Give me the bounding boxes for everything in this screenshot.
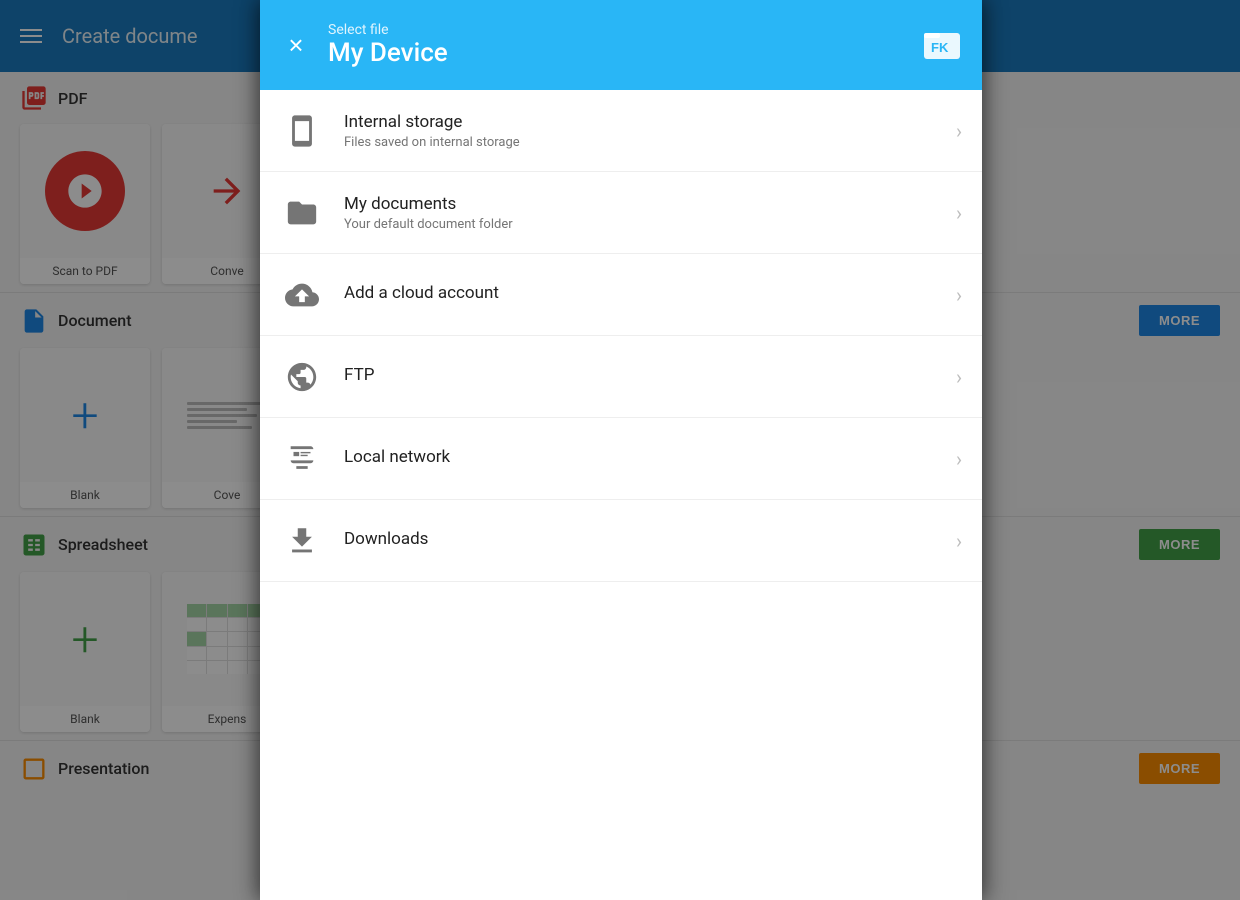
- modal-body: Internal storage Files saved on internal…: [260, 90, 982, 900]
- folder-icon: [280, 191, 324, 235]
- modal-header-text: Select file My Device: [328, 22, 448, 68]
- my-documents-chevron: ›: [956, 201, 962, 225]
- modal-select-label: Select file: [328, 22, 448, 38]
- device-icon: [280, 109, 324, 153]
- internal-storage-chevron: ›: [956, 119, 962, 143]
- add-cloud-item[interactable]: Add a cloud account ›: [260, 254, 982, 336]
- add-cloud-chevron: ›: [956, 283, 962, 307]
- modal-close-button[interactable]: ×: [280, 29, 312, 61]
- add-cloud-text: Add a cloud account: [344, 283, 936, 306]
- modal-header-left: × Select file My Device: [280, 22, 448, 68]
- ftp-text: FTP: [344, 365, 936, 388]
- internal-storage-item[interactable]: Internal storage Files saved on internal…: [260, 90, 982, 172]
- internal-storage-subtitle: Files saved on internal storage: [344, 135, 936, 150]
- ftp-title: FTP: [344, 365, 936, 385]
- internal-storage-text: Internal storage Files saved on internal…: [344, 112, 936, 150]
- modal-title: My Device: [328, 38, 448, 68]
- downloads-title: Downloads: [344, 529, 936, 549]
- ftp-item[interactable]: FTP ›: [260, 336, 982, 418]
- globe-icon: [280, 355, 324, 399]
- local-network-title: Local network: [344, 447, 936, 467]
- my-documents-item[interactable]: My documents Your default document folde…: [260, 172, 982, 254]
- modal-header-icon-area: FK: [922, 25, 962, 65]
- my-documents-title: My documents: [344, 194, 936, 214]
- select-file-modal: × Select file My Device FK In: [260, 0, 982, 900]
- network-icon: [280, 437, 324, 481]
- internal-storage-title: Internal storage: [344, 112, 936, 132]
- local-network-chevron: ›: [956, 447, 962, 471]
- download-icon: [280, 519, 324, 563]
- add-cloud-title: Add a cloud account: [344, 283, 936, 303]
- modal-header: × Select file My Device FK: [260, 0, 982, 90]
- folder-key-icon: FK: [922, 25, 962, 65]
- local-network-item[interactable]: Local network ›: [260, 418, 982, 500]
- downloads-text: Downloads: [344, 529, 936, 552]
- cloud-upload-icon: [280, 273, 324, 317]
- downloads-item[interactable]: Downloads ›: [260, 500, 982, 582]
- svg-text:FK: FK: [931, 40, 949, 55]
- my-documents-text: My documents Your default document folde…: [344, 194, 936, 232]
- my-documents-subtitle: Your default document folder: [344, 217, 936, 232]
- local-network-text: Local network: [344, 447, 936, 470]
- ftp-chevron: ›: [956, 365, 962, 389]
- downloads-chevron: ›: [956, 529, 962, 553]
